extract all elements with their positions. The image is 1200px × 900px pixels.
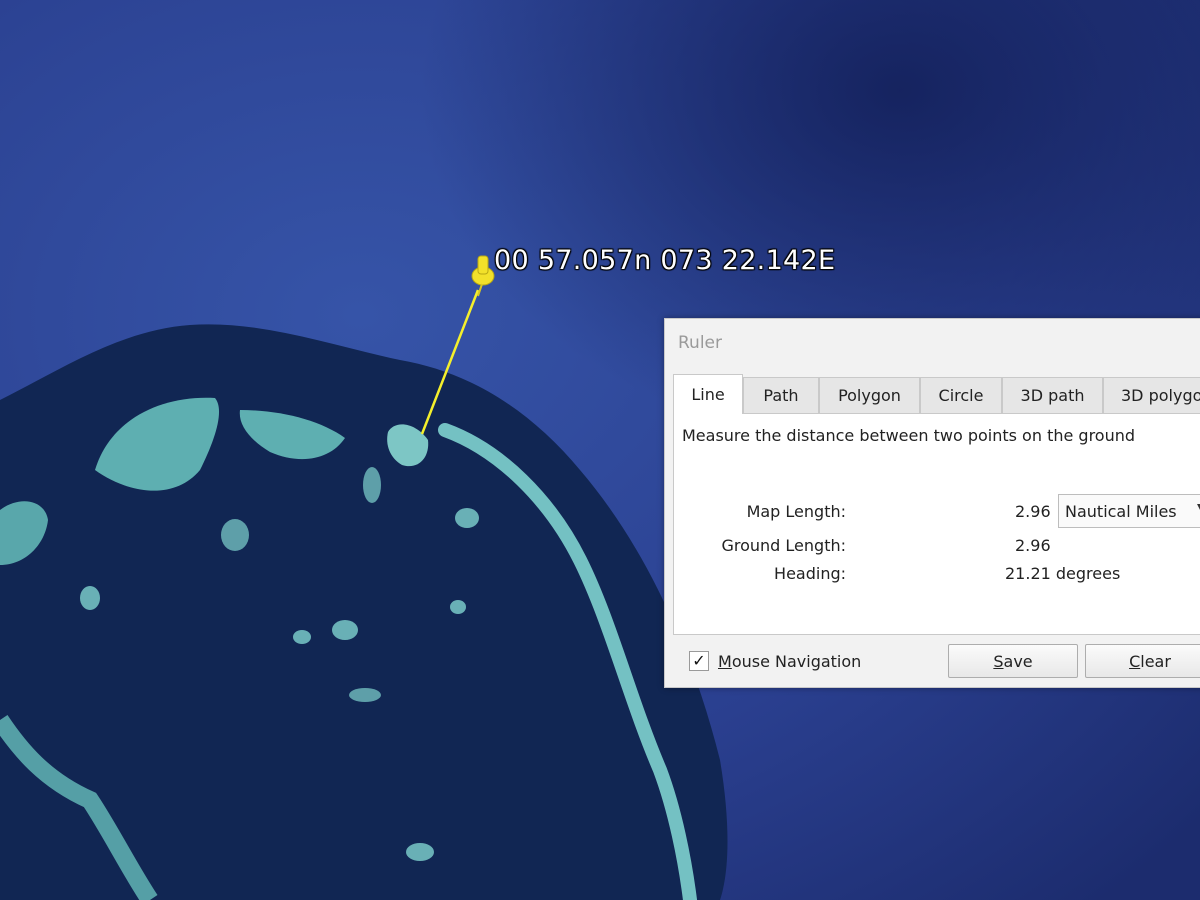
tab-circle[interactable]: Circle bbox=[920, 377, 1002, 413]
reef-patch bbox=[406, 843, 434, 861]
mouse-navigation-label[interactable]: Mouse Navigation bbox=[718, 652, 861, 671]
heading-label: Heading: bbox=[774, 564, 846, 583]
mouse-navigation-checkbox[interactable]: ✓ bbox=[689, 651, 709, 671]
reef-patch bbox=[332, 620, 358, 640]
reef-patch bbox=[363, 467, 381, 503]
tab-polygon[interactable]: Polygon bbox=[819, 377, 920, 413]
placemark-coordinates-label: 00 57.057n 073 22.142E bbox=[494, 245, 836, 276]
heading-value: 21.21 degrees bbox=[1005, 564, 1121, 583]
tab-path[interactable]: Path bbox=[743, 377, 819, 413]
save-mnemonic: S bbox=[993, 651, 1004, 671]
tab-panel-line: Measure the distance between two points … bbox=[673, 413, 1200, 635]
reef-patch bbox=[221, 519, 249, 551]
tab-3d-path[interactable]: 3D path bbox=[1002, 377, 1103, 413]
reef-patch bbox=[455, 508, 479, 528]
clear-mnemonic: C bbox=[1129, 651, 1141, 671]
save-label-rest: ave bbox=[1003, 651, 1033, 671]
units-selected-value: Nautical Miles bbox=[1065, 501, 1177, 521]
reef-patch bbox=[80, 586, 100, 610]
ground-length-label: Ground Length: bbox=[721, 536, 846, 555]
ground-length-value: 2.96 bbox=[1015, 536, 1051, 555]
dialog-title: Ruler bbox=[678, 333, 722, 353]
map-length-value: 2.96 bbox=[1015, 502, 1051, 521]
mouse-navigation-mnemonic: M bbox=[718, 652, 732, 671]
units-dropdown[interactable]: Nautical Miles ▼ bbox=[1058, 494, 1200, 528]
reef-patch bbox=[349, 688, 381, 702]
ruler-dialog: Ruler Line Path Polygon Circle 3D path 3… bbox=[664, 318, 1200, 688]
save-button[interactable]: Save bbox=[948, 644, 1078, 678]
tool-description: Measure the distance between two points … bbox=[682, 426, 1136, 445]
tab-line[interactable]: Line bbox=[673, 374, 743, 414]
mouse-navigation-label-rest: ouse Navigation bbox=[731, 652, 862, 671]
reef-patch bbox=[450, 600, 466, 614]
reef-patch bbox=[293, 630, 311, 644]
tab-3d-polygon[interactable]: 3D polygon bbox=[1103, 377, 1200, 413]
clear-label-rest: lear bbox=[1140, 651, 1171, 671]
clear-button[interactable]: Clear bbox=[1085, 644, 1200, 678]
map-length-label: Map Length: bbox=[746, 502, 846, 521]
